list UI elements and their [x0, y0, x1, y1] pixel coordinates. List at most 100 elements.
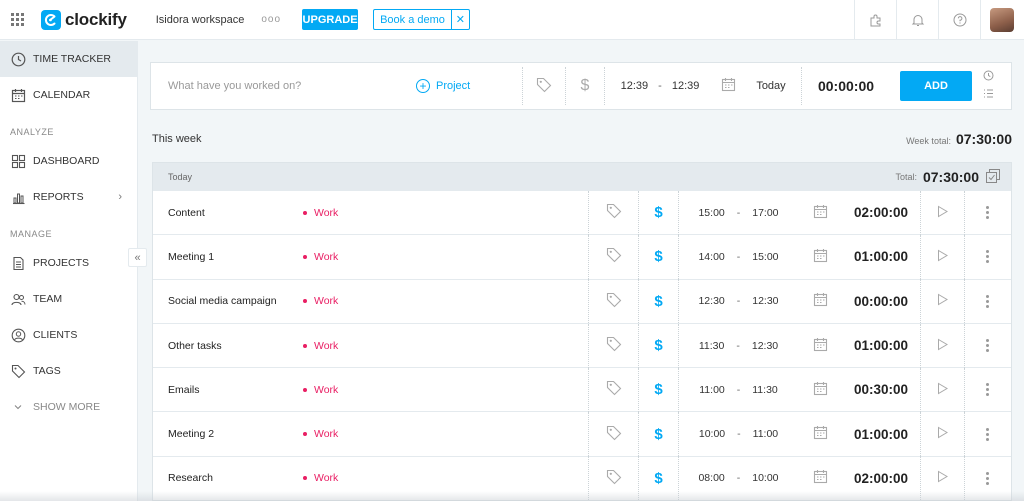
sidebar-item-calendar[interactable]: CALENDAR [0, 77, 137, 113]
entry-more-button[interactable] [964, 279, 1010, 324]
entry-play-button[interactable] [920, 412, 964, 457]
entry-project[interactable]: Work [303, 251, 588, 263]
entry-description[interactable]: Meeting 2 [153, 428, 303, 440]
sidebar-item-time-tracker[interactable]: TIME TRACKER [0, 41, 137, 77]
entry-play-button[interactable] [920, 234, 964, 279]
entry-description[interactable]: Content [153, 207, 303, 219]
logo[interactable]: clockify [41, 9, 127, 30]
entry-start-time[interactable]: 08:00 [698, 472, 724, 484]
entry-start-time[interactable]: 12:30 [698, 295, 724, 307]
entry-tag-button[interactable] [588, 190, 638, 235]
entry-tag-button[interactable] [588, 234, 638, 279]
entry-duration[interactable]: 00:00:00 [842, 279, 920, 323]
entry-start-time[interactable]: 10:00 [699, 428, 725, 440]
tag-picker[interactable] [523, 62, 565, 110]
entry-time-range[interactable]: 11:30 - 12:30 [678, 323, 798, 368]
entry-more-button[interactable] [964, 367, 1010, 412]
description-input[interactable]: What have you worked on? [151, 80, 416, 92]
date-picker[interactable]: Today [741, 62, 801, 110]
entry-play-button[interactable] [920, 367, 964, 412]
entry-duration[interactable]: 01:00:00 [842, 324, 920, 368]
workspace-name[interactable]: Isidora workspace [156, 14, 245, 26]
entry-more-button[interactable] [964, 412, 1010, 457]
start-time-input[interactable]: 12:39 [621, 80, 649, 92]
entry-more-button[interactable] [964, 234, 1010, 279]
entry-billable-toggle[interactable]: $ [638, 279, 678, 324]
entry-play-button[interactable] [920, 190, 964, 235]
end-time-input[interactable]: 12:39 [672, 80, 700, 92]
entry-end-time[interactable]: 11:00 [753, 428, 779, 440]
date-picker-icon-cell[interactable] [715, 62, 741, 110]
bulk-edit-icon[interactable] [985, 168, 1001, 187]
entry-description[interactable]: Meeting 1 [153, 251, 303, 263]
list-mode-icon[interactable] [983, 88, 994, 102]
entry-date-button[interactable] [798, 412, 842, 456]
entry-end-time[interactable]: 11:30 [752, 384, 778, 396]
entry-tag-button[interactable] [588, 367, 638, 412]
entry-description[interactable]: Other tasks [153, 340, 303, 352]
entry-end-time[interactable]: 10:00 [752, 472, 778, 484]
sidebar-item-team[interactable]: TEAM [0, 281, 137, 317]
entry-start-time[interactable]: 14:00 [698, 251, 724, 263]
entry-end-time[interactable]: 12:30 [752, 295, 778, 307]
entry-play-button[interactable] [920, 323, 964, 368]
sidebar-item-dashboard[interactable]: DASHBOARD [0, 143, 137, 179]
entry-more-button[interactable] [964, 190, 1010, 235]
book-demo-button[interactable]: Book a demo ✕ [373, 9, 470, 30]
entry-time-range[interactable]: 11:00 - 11:30 [678, 367, 798, 412]
entry-duration[interactable]: 00:30:00 [842, 368, 920, 412]
bell-icon[interactable] [896, 0, 938, 40]
sidebar-item-clients[interactable]: CLIENTS [0, 317, 137, 353]
entry-billable-toggle[interactable]: $ [638, 412, 678, 457]
duration-input[interactable]: 00:00:00 [802, 62, 890, 110]
entry-billable-toggle[interactable]: $ [638, 367, 678, 412]
entry-description[interactable]: Research [153, 472, 303, 484]
entry-project[interactable]: Work [303, 428, 588, 440]
entry-project[interactable]: Work [303, 384, 588, 396]
entry-time-range[interactable]: 10:00 - 11:00 [678, 412, 798, 457]
entry-time-range[interactable]: 12:30 - 12:30 [678, 279, 798, 324]
entry-duration[interactable]: 01:00:00 [842, 235, 920, 279]
apps-grid-icon[interactable] [11, 12, 25, 27]
entry-description[interactable]: Social media campaign [153, 295, 303, 307]
entry-tag-button[interactable] [588, 323, 638, 368]
entry-time-range[interactable]: 15:00 - 17:00 [678, 190, 798, 235]
collapse-sidebar-button[interactable]: « [128, 248, 147, 267]
entry-project[interactable]: Work [303, 207, 588, 219]
entry-tag-button[interactable] [588, 412, 638, 457]
entry-project[interactable]: Work [303, 340, 588, 352]
entry-end-time[interactable]: 15:00 [752, 251, 778, 263]
entry-end-time[interactable]: 17:00 [752, 207, 778, 219]
entry-tag-button[interactable] [588, 279, 638, 324]
sidebar-item-reports[interactable]: REPORTS › [0, 179, 137, 215]
close-icon[interactable]: ✕ [450, 10, 469, 29]
avatar[interactable] [990, 8, 1014, 32]
upgrade-button[interactable]: UPGRADE [302, 9, 359, 30]
entry-billable-toggle[interactable]: $ [638, 190, 678, 235]
entry-date-button[interactable] [798, 368, 842, 412]
timer-mode-icon[interactable] [983, 70, 994, 84]
entry-time-range[interactable]: 14:00 - 15:00 [678, 234, 798, 279]
entry-date-button[interactable] [798, 191, 842, 235]
add-button[interactable]: ADD [900, 71, 972, 101]
time-range[interactable]: 12:39 - 12:39 [605, 62, 715, 110]
project-picker[interactable]: + Project [416, 79, 522, 93]
sidebar-item-projects[interactable]: PROJECTS [0, 245, 137, 281]
entry-date-button[interactable] [798, 235, 842, 279]
sidebar-show-more[interactable]: SHOW MORE [0, 389, 137, 425]
entry-end-time[interactable]: 12:30 [752, 340, 778, 352]
entry-duration[interactable]: 02:00:00 [842, 191, 920, 235]
entry-start-time[interactable]: 15:00 [698, 207, 724, 219]
sidebar-item-tags[interactable]: TAGS [0, 353, 137, 389]
avatar-container[interactable] [980, 0, 1024, 40]
entry-billable-toggle[interactable]: $ [638, 323, 678, 368]
entry-billable-toggle[interactable]: $ [638, 234, 678, 279]
entry-date-button[interactable] [798, 279, 842, 323]
entry-start-time[interactable]: 11:30 [699, 340, 725, 352]
entry-project[interactable]: Work [303, 472, 588, 484]
entry-play-button[interactable] [920, 279, 964, 324]
entry-start-time[interactable]: 11:00 [699, 384, 725, 396]
entry-duration[interactable]: 01:00:00 [842, 412, 920, 456]
entry-more-button[interactable] [964, 323, 1010, 368]
workspace-menu-dots[interactable]: ooo [261, 14, 281, 25]
